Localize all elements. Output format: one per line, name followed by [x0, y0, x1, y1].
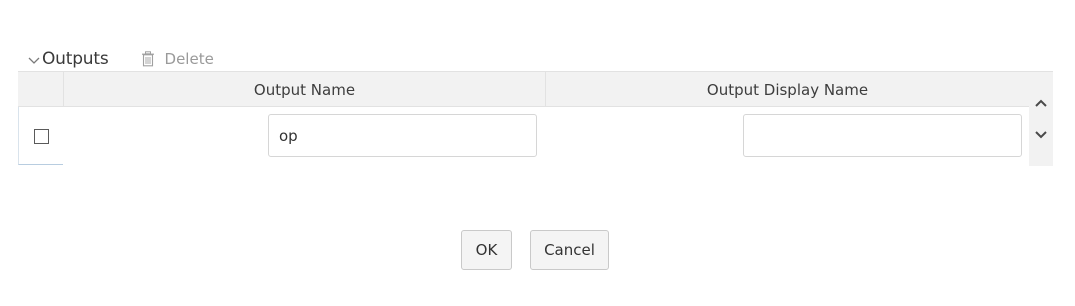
chevron-down-icon [1034, 125, 1048, 144]
output-display-name-column-header: Output Display Name [706, 80, 869, 99]
section-title: Outputs [42, 49, 109, 69]
grid-scroll-controls [1029, 71, 1053, 166]
outputs-collapse-toggle[interactable]: Outputs [27, 49, 109, 69]
trash-icon [141, 51, 155, 67]
scroll-up-button[interactable] [1032, 93, 1050, 111]
chevron-up-icon [1034, 93, 1048, 112]
delete-button[interactable]: Delete [141, 50, 214, 68]
output-name-input[interactable] [268, 114, 537, 157]
delete-label: Delete [164, 50, 214, 68]
ok-button[interactable]: OK [461, 230, 512, 270]
row-checkbox[interactable] [34, 129, 49, 144]
row-select-cell [18, 107, 63, 165]
table-row [18, 107, 1029, 165]
output-name-column-header: Output Name [64, 72, 546, 107]
chevron-down-icon [27, 54, 41, 68]
outputs-grid: Output Name Output Display Name [18, 71, 1029, 166]
output-display-name-input[interactable] [743, 114, 1022, 157]
select-column-header [18, 72, 64, 107]
section-header: Outputs Delete [27, 46, 214, 72]
grid-header: Output Name Output Display Name [18, 71, 1029, 107]
scroll-down-button[interactable] [1032, 125, 1050, 143]
cancel-button[interactable]: Cancel [530, 230, 609, 270]
